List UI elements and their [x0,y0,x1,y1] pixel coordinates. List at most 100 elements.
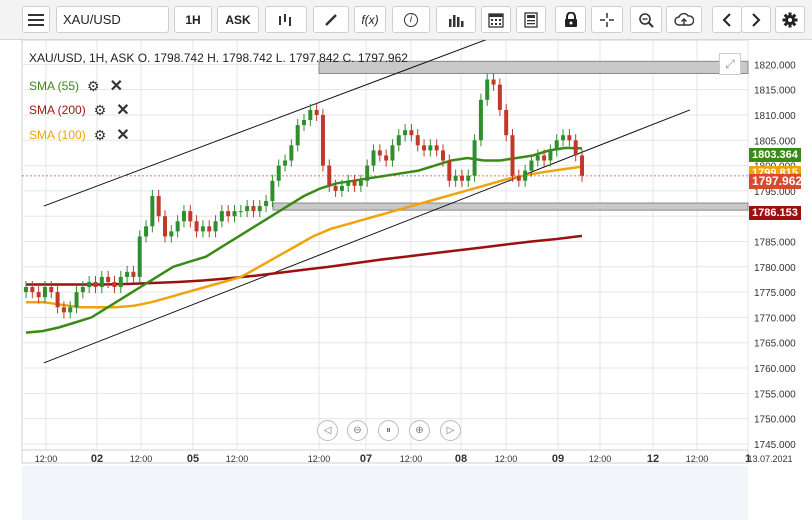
y-tick-label: 1820.000 [754,60,796,71]
sma-55-label: SMA (55) [29,79,80,93]
menu-button[interactable] [22,6,50,33]
candle-body [175,221,180,232]
draw-tool-button[interactable] [313,6,349,33]
candle-body [112,281,117,288]
candle-body [219,211,224,222]
y-tick-label: 1810.000 [754,111,796,122]
candle-body [390,145,395,161]
support-zone [272,202,749,211]
candle-body [542,155,547,161]
crosshair-button[interactable] [591,6,623,33]
candle-body [409,130,414,136]
candle-body [257,206,262,212]
prev-button[interactable] [712,6,742,33]
candle-body [428,145,433,151]
price-tag-sma200: 1786.153 [749,206,801,220]
scroll-right-button[interactable]: ▷ [440,420,461,441]
candle-body [441,150,445,161]
zoom-out-button[interactable]: ⊖ [347,420,368,441]
close-icon[interactable]: ✕ [110,76,123,96]
candle-body [485,79,490,100]
settings-button[interactable] [775,6,805,33]
candle-body [188,211,193,222]
x-tick-label: 02 [91,453,103,465]
lock-button[interactable] [555,6,586,33]
expand-button[interactable]: ⤢ [719,53,741,75]
candle-body [333,185,338,191]
candle-body [346,180,351,186]
price-tag-sma55: 1803.364 [749,148,801,162]
candle-body [472,140,477,176]
y-tick-label: 1780.000 [754,263,796,274]
candle-body [554,140,559,151]
candle-body [270,180,275,202]
price-type-selector[interactable]: ASK [217,6,259,33]
price-tag-current: 1797.962 [749,174,802,189]
candle-body [453,175,458,181]
gear-icon[interactable]: ⚙ [94,127,107,144]
candle-body [396,135,401,146]
gear-icon[interactable]: ⚙ [87,78,100,95]
next-button[interactable] [741,6,771,33]
sma-100-label: SMA (100) [29,128,86,142]
candle-body [434,145,439,151]
symbol-selector[interactable]: XAU/USD [56,6,169,33]
timeframe-selector[interactable]: 1H [174,6,212,33]
cloud-upload-icon [674,12,694,26]
x-tick-label: 12:00 [130,454,153,464]
candle-body [295,125,300,146]
news-button[interactable] [516,6,546,33]
next-icon [752,12,761,27]
candle-body [238,211,243,213]
candle-body [106,276,111,282]
candle-body [548,150,553,161]
plot-area [21,40,749,451]
zoom-in-button[interactable]: ⊕ [409,420,430,441]
zoom-button[interactable] [630,6,662,33]
candle-body [314,109,319,115]
candle-body [226,211,231,217]
candle-body [497,84,502,110]
candle-body [561,135,566,141]
candle-body [232,211,237,217]
cloud-upload-button[interactable] [666,6,702,33]
candle-body [74,292,79,308]
close-icon[interactable]: ✕ [116,100,129,120]
bar-style-button[interactable] [265,6,307,33]
scroll-left-button[interactable]: ◁ [317,420,338,441]
x-tick-label: 08 [455,453,467,465]
candle-body [213,221,218,232]
candle-body [283,160,288,166]
candle-body [384,155,389,161]
close-icon[interactable]: ✕ [116,125,129,145]
reset-view-button[interactable]: ⏸ [378,420,399,441]
gear-icon[interactable]: ⚙ [94,102,107,119]
draw-pen-icon [325,13,337,26]
candle-body [245,206,250,212]
candle-body [466,175,471,181]
candle-body [30,287,35,293]
x-tick-label: 07 [360,453,372,465]
settings-icon [782,12,798,27]
function-button[interactable]: f(x) [354,6,386,33]
crosshair-icon [600,12,614,27]
candle-body [61,307,66,313]
candle-body [181,211,186,222]
candle-body [403,130,408,136]
candle-body [87,281,92,288]
volume-button[interactable] [436,6,476,33]
candle-body [251,206,256,212]
candle-body [55,292,60,308]
zoom-icon [639,12,654,28]
triangle-left-icon: ◁ [323,425,332,436]
info-button[interactable]: i [392,6,430,33]
candle-body [150,195,155,227]
chart-toolbar: XAU/USD 1H ASK f(x) i [0,0,812,40]
zoom-out-icon: ⊖ [353,425,362,436]
calendar-button[interactable] [481,6,511,33]
candle-body [24,287,28,293]
candle-body [156,195,161,217]
x-tick-label: 05 [187,453,199,465]
candle-body [327,165,332,186]
y-tick-label: 1815.000 [754,86,796,97]
